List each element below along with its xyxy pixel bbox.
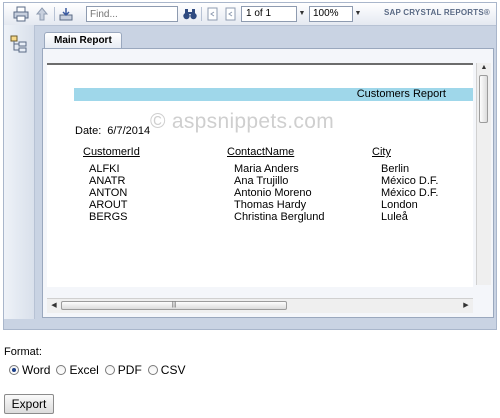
radio-button[interactable] bbox=[9, 365, 19, 375]
cell-customerid: ANATR bbox=[89, 175, 126, 187]
cell-customerid: BERGS bbox=[89, 211, 128, 223]
format-option-csv[interactable]: CSV bbox=[147, 363, 186, 377]
radio-label: CSV bbox=[160, 363, 186, 377]
toolbar-separator bbox=[201, 7, 202, 21]
scroll-right-arrow-icon[interactable]: ▶ bbox=[461, 301, 471, 311]
page-dropdown-arrow-icon[interactable]: ▼ bbox=[297, 6, 307, 22]
radio-button[interactable] bbox=[147, 365, 158, 375]
date-value: 6/7/2014 bbox=[107, 125, 151, 137]
report-page: Customers Report © aspsnippets.com Date:… bbox=[47, 63, 473, 287]
previous-page-icon[interactable] bbox=[223, 6, 239, 22]
find-input[interactable] bbox=[86, 6, 178, 22]
cell-city: Berlin bbox=[381, 163, 410, 175]
cell-contactname: Ana Trujillo bbox=[234, 175, 289, 187]
cell-customerid: ALFKI bbox=[89, 163, 120, 175]
viewer-toolbar: 1 of 1 ▼ 100% ▼ SAP CRYSTAL REPORTS® bbox=[4, 3, 496, 26]
cell-contactname: Maria Anders bbox=[234, 163, 299, 175]
report-title-band: Customers Report bbox=[74, 88, 473, 101]
format-option-pdf[interactable]: PDF bbox=[104, 363, 142, 377]
report-frame: Customers Report © aspsnippets.com Date:… bbox=[42, 48, 494, 318]
format-radio-group: Word Excel PDF CSV bbox=[9, 363, 191, 377]
report-date-row: Date: 6/7/2014 bbox=[75, 125, 150, 137]
binoculars-icon[interactable] bbox=[182, 6, 198, 22]
brand-label: SAP CRYSTAL REPORTS® bbox=[383, 8, 490, 17]
print-icon[interactable] bbox=[13, 6, 29, 22]
group-tree-icon[interactable] bbox=[10, 35, 28, 53]
vertical-scroll-thumb[interactable] bbox=[479, 75, 488, 123]
cell-customerid: ANTON bbox=[89, 187, 128, 199]
horizontal-scroll-thumb[interactable]: ||| bbox=[61, 301, 287, 310]
export-up-icon[interactable] bbox=[34, 6, 50, 22]
export-report-icon[interactable] bbox=[58, 6, 74, 22]
cell-city: Luleå bbox=[381, 211, 408, 223]
date-label: Date: bbox=[75, 125, 102, 137]
cell-contactname: Christina Berglund bbox=[234, 211, 325, 223]
radio-label: PDF bbox=[117, 363, 142, 377]
scroll-up-arrow-icon[interactable]: ▲ bbox=[479, 63, 489, 73]
column-header-customerid: CustomerId bbox=[83, 146, 140, 158]
page-number-box[interactable]: 1 of 1 bbox=[241, 6, 297, 22]
cell-contactname: Antonio Moreno bbox=[234, 187, 312, 199]
radio-label: Excel bbox=[69, 363, 99, 377]
scroll-left-arrow-icon[interactable]: ◀ bbox=[49, 301, 59, 311]
cell-customerid: AROUT bbox=[89, 199, 128, 211]
zoom-dropdown-arrow-icon[interactable]: ▼ bbox=[353, 6, 363, 22]
zoom-select[interactable]: 100% bbox=[309, 6, 353, 22]
cell-city: London bbox=[381, 199, 418, 211]
first-page-icon[interactable] bbox=[205, 6, 221, 22]
radio-button[interactable] bbox=[56, 365, 67, 375]
cell-city: México D.F. bbox=[381, 187, 439, 199]
column-header-contactname: ContactName bbox=[227, 146, 295, 158]
column-header-city: City bbox=[372, 146, 391, 158]
export-button[interactable]: Export bbox=[4, 394, 54, 414]
format-option-word[interactable]: Word bbox=[9, 363, 50, 377]
side-panel bbox=[4, 25, 35, 319]
format-option-excel[interactable]: Excel bbox=[56, 363, 99, 377]
crystal-report-viewer: 1 of 1 ▼ 100% ▼ SAP CRYSTAL REPORTS® Mai… bbox=[3, 2, 497, 330]
tab-main-report[interactable]: Main Report bbox=[44, 32, 122, 49]
toolbar-separator bbox=[54, 7, 55, 21]
report-title: Customers Report bbox=[356, 88, 446, 100]
radio-label: Word bbox=[22, 363, 51, 377]
format-label: Format: bbox=[4, 346, 42, 358]
cell-contactname: Thomas Hardy bbox=[234, 199, 307, 211]
horizontal-scrollbar[interactable]: ◀ ||| ▶ bbox=[47, 298, 473, 313]
cell-city: México D.F. bbox=[381, 175, 439, 187]
watermark: © aspsnippets.com bbox=[150, 110, 334, 133]
radio-button[interactable] bbox=[104, 365, 115, 375]
vertical-scrollbar[interactable]: ▲ bbox=[476, 63, 491, 285]
